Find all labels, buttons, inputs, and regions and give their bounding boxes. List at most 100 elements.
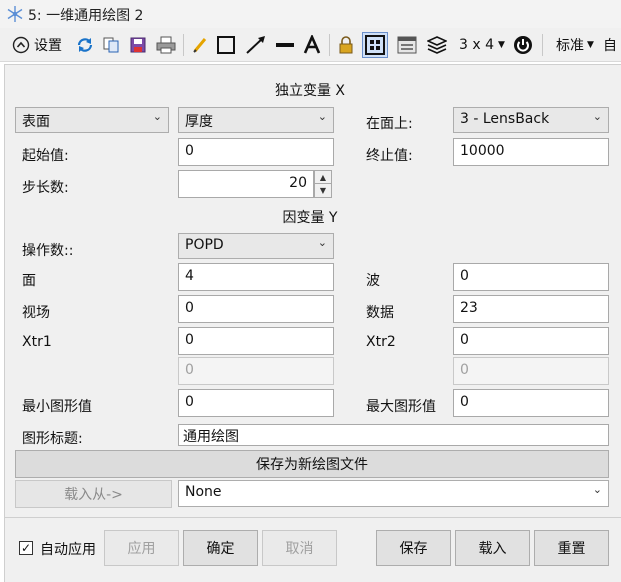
pencil-button[interactable] bbox=[190, 34, 210, 56]
load-file-value: None bbox=[185, 484, 222, 500]
app-icon bbox=[7, 6, 23, 22]
surf-input[interactable]: 4 bbox=[178, 263, 334, 291]
chevron-down-icon: ⌄ bbox=[317, 110, 327, 123]
chevron-down-icon: ⌄ bbox=[152, 110, 162, 123]
save-new-plot-button[interactable]: 保存为新绘图文件 bbox=[15, 450, 609, 478]
on-surface-value: 3 - LensBack bbox=[460, 111, 550, 127]
on-surface-select[interactable]: 3 - LensBack ⌄ bbox=[453, 107, 609, 133]
standard-dropdown[interactable]: 标准 ▼ bbox=[551, 34, 599, 56]
extra1-input: 0 bbox=[178, 357, 334, 385]
min-plot-label: 最小图形值 bbox=[22, 399, 92, 415]
operand-select[interactable]: POPD ⌄ bbox=[178, 233, 334, 259]
save-settings-button[interactable]: 保存 bbox=[376, 530, 451, 566]
load-from-label: 载入从-> bbox=[64, 487, 123, 503]
arrow-line-button[interactable] bbox=[243, 34, 269, 56]
reset-button[interactable]: 重置 bbox=[534, 530, 609, 566]
window-title: 5: 一维通用绘图 2 bbox=[28, 8, 144, 24]
start-value-input[interactable]: 0 bbox=[178, 138, 334, 166]
save-settings-label: 保存 bbox=[399, 541, 428, 557]
plot-title-input[interactable]: 通用绘图 bbox=[178, 424, 609, 446]
plot-title-label: 图形标题: bbox=[22, 431, 83, 447]
min-plot-input[interactable]: 0 bbox=[178, 389, 334, 417]
copy-button[interactable] bbox=[100, 34, 122, 56]
dependent-header: 因变量 Y bbox=[282, 210, 338, 226]
copy-icon bbox=[103, 37, 119, 53]
power-button[interactable] bbox=[511, 34, 535, 56]
max-plot-label: 最大图形值 bbox=[366, 399, 436, 415]
load-settings-label: 载入 bbox=[478, 541, 507, 557]
independent-header: 独立变量 X bbox=[274, 83, 346, 99]
reset-label: 重置 bbox=[557, 541, 586, 557]
text-icon bbox=[303, 35, 321, 54]
spin-down-icon[interactable]: ▼ bbox=[315, 184, 331, 197]
line-button[interactable] bbox=[273, 34, 297, 56]
on-surface-label: 在面上: bbox=[366, 116, 413, 132]
steps-input[interactable]: 20 bbox=[178, 170, 314, 198]
xtr1-input[interactable]: 0 bbox=[178, 327, 334, 355]
field-label: 视场 bbox=[22, 305, 50, 321]
refresh-button[interactable] bbox=[74, 34, 96, 56]
chevron-down-icon: ▼ bbox=[498, 40, 505, 50]
steps-spinner[interactable]: ▲ ▼ bbox=[314, 170, 332, 198]
xtr2-label: Xtr2 bbox=[366, 334, 396, 350]
data-input[interactable]: 23 bbox=[453, 295, 609, 323]
grid-layout-dropdown[interactable]: 3 x 4 ▼ bbox=[456, 34, 508, 56]
wave-input[interactable]: 0 bbox=[453, 263, 609, 291]
chevron-down-icon: ▼ bbox=[587, 40, 594, 50]
field-input[interactable]: 0 bbox=[178, 295, 334, 323]
lock-icon bbox=[339, 36, 353, 54]
standard-label: 标准 bbox=[556, 38, 585, 54]
apply-label: 应用 bbox=[127, 541, 156, 557]
wave-label: 波 bbox=[366, 273, 380, 289]
print-button[interactable] bbox=[154, 34, 178, 56]
divider bbox=[4, 517, 621, 518]
cancel-button[interactable]: 取消 bbox=[262, 530, 337, 566]
ok-button[interactable]: 确定 bbox=[183, 530, 258, 566]
load-from-button[interactable]: 载入从-> bbox=[15, 480, 172, 508]
stop-value-input[interactable]: 10000 bbox=[453, 138, 609, 166]
independent-param-value: 厚度 bbox=[185, 114, 213, 130]
rectangle-icon bbox=[217, 36, 235, 54]
layers-button[interactable] bbox=[425, 34, 449, 56]
auto-button[interactable]: 自 bbox=[603, 34, 621, 56]
max-plot-input[interactable]: 0 bbox=[453, 389, 609, 417]
arrow-line-icon bbox=[246, 36, 265, 54]
extra2-input: 0 bbox=[453, 357, 609, 385]
power-icon bbox=[514, 36, 532, 54]
text-button[interactable] bbox=[300, 34, 324, 56]
lock-button[interactable] bbox=[336, 34, 356, 56]
load-file-select[interactable]: None ⌄ bbox=[178, 480, 609, 507]
start-value-label: 起始值: bbox=[22, 148, 69, 164]
line-icon bbox=[276, 43, 294, 47]
operand-label: 操作数:: bbox=[22, 243, 74, 259]
spin-up-icon[interactable]: ▲ bbox=[315, 171, 331, 184]
chevron-down-icon: ⌄ bbox=[317, 236, 327, 249]
window-icon bbox=[397, 36, 417, 54]
ok-label: 确定 bbox=[206, 541, 235, 557]
save-icon bbox=[130, 37, 146, 53]
apply-button[interactable]: 应用 bbox=[104, 530, 179, 566]
stop-value-label: 终止值: bbox=[366, 148, 413, 164]
rectangle-button[interactable] bbox=[214, 34, 238, 56]
xtr1-label: Xtr1 bbox=[22, 334, 52, 350]
independent-type-value: 表面 bbox=[22, 114, 50, 130]
operand-value: POPD bbox=[185, 237, 224, 253]
independent-param-select[interactable]: 厚度 ⌄ bbox=[178, 107, 334, 133]
settings-button[interactable]: 设置 bbox=[6, 34, 68, 56]
cancel-label: 取消 bbox=[285, 541, 314, 557]
layout-toggle-button[interactable] bbox=[362, 32, 388, 58]
xtr2-input[interactable]: 0 bbox=[453, 327, 609, 355]
print-icon bbox=[156, 36, 176, 54]
title-bar: 5: 一维通用绘图 2 bbox=[0, 0, 621, 28]
auto-apply-checkbox[interactable]: ✓ bbox=[19, 541, 33, 555]
auto-label: 自 bbox=[603, 38, 617, 54]
chevron-down-icon: ⌄ bbox=[592, 483, 602, 496]
data-label: 数据 bbox=[366, 305, 394, 321]
save-button[interactable] bbox=[127, 34, 149, 56]
crosshair-layout-icon bbox=[365, 35, 385, 55]
toolbar-separator bbox=[183, 34, 184, 56]
independent-type-select[interactable]: 表面 ⌄ bbox=[15, 107, 169, 133]
load-settings-button[interactable]: 载入 bbox=[455, 530, 530, 566]
window-button[interactable] bbox=[395, 34, 419, 56]
refresh-icon bbox=[77, 38, 93, 52]
